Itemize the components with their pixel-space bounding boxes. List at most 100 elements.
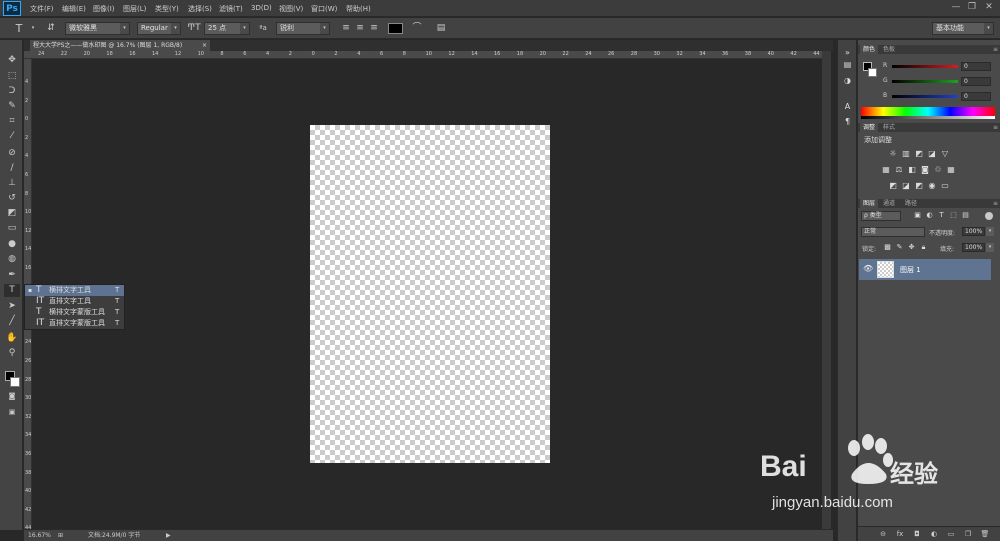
fill-input[interactable]: 100% (962, 243, 985, 252)
shape-tool-icon[interactable]: ╱ (4, 315, 20, 328)
levels-icon[interactable]: ▥ (901, 149, 911, 158)
document-tab[interactable]: 程大大学PS之——做水印图 @ 16.7% (图层 1, RGB/8) × (30, 40, 210, 51)
flyout-item-vertical-type[interactable]: IT 直排文字工具 T (25, 296, 124, 307)
menu-image[interactable]: 图像(I) (93, 4, 115, 14)
document-canvas[interactable] (310, 125, 550, 463)
brightness-contrast-icon[interactable]: ☼ (888, 149, 898, 158)
menu-help[interactable]: 帮助(H) (346, 4, 371, 14)
antialias-select[interactable]: 锐利 ▾ (276, 22, 330, 35)
blur-tool-icon[interactable]: ● (4, 238, 20, 251)
background-color-swatch[interactable] (10, 377, 20, 387)
healing-brush-tool-icon[interactable]: ⊘ (4, 147, 20, 160)
toggle-orientation-icon[interactable]: ⇵ (44, 22, 58, 35)
lasso-tool-icon[interactable]: ᑐ (4, 85, 20, 98)
character-panel-icon[interactable]: ▤ (434, 22, 448, 35)
delete-layer-icon[interactable]: 🗑︎ (980, 529, 990, 539)
menu-view[interactable]: 视图(V) (279, 4, 303, 14)
hand-tool-icon[interactable]: ✋ (4, 332, 20, 345)
minimize-button[interactable]: — (950, 1, 962, 13)
eyedropper-tool-icon[interactable]: ⁄ (4, 130, 20, 143)
menu-file[interactable]: 文件(F) (30, 4, 54, 14)
new-group-icon[interactable]: ▭ (946, 529, 956, 539)
gradient-map-icon[interactable]: ▭ (940, 181, 950, 190)
invert-icon[interactable]: ◩ (888, 181, 898, 190)
zoom-tool-icon[interactable]: ⚲ (4, 347, 20, 360)
grayscale-bar[interactable] (861, 116, 995, 119)
move-tool-icon[interactable]: ✥ (4, 54, 20, 67)
tab-channels[interactable]: 通道 (880, 199, 898, 208)
visibility-eye-icon[interactable]: 👁︎ (863, 264, 873, 273)
close-tab-icon[interactable]: × (202, 40, 207, 51)
tab-paths[interactable]: 路径 (902, 199, 920, 208)
quick-select-tool-icon[interactable]: ✎ (4, 100, 20, 113)
play-arrow-icon[interactable]: ▶ (166, 530, 171, 541)
brush-tool-icon[interactable]: ∕ (4, 162, 20, 175)
opacity-dropdown-icon[interactable]: ▾ (986, 227, 994, 236)
clone-stamp-tool-icon[interactable]: ⊥ (4, 177, 20, 190)
workspace-select[interactable]: 基本功能 ▾ (932, 22, 994, 35)
filter-smart-object-icon[interactable]: ▤ (961, 211, 970, 220)
menu-type[interactable]: 类型(Y) (155, 4, 179, 14)
green-slider[interactable] (892, 80, 958, 83)
black-white-icon[interactable]: ◧ (907, 165, 917, 174)
flyout-item-horizontal-type[interactable]: ▪ T 横排文字工具 T (25, 285, 124, 296)
menu-3d[interactable]: 3D(D) (251, 4, 272, 12)
color-balance-icon[interactable]: ⚖ (894, 165, 904, 174)
font-family-select[interactable]: 微软雅黑 ▾ (65, 22, 130, 35)
lock-transparent-icon[interactable]: ▩ (883, 243, 892, 252)
curves-icon[interactable]: ◩ (914, 149, 924, 158)
warp-text-icon[interactable]: ⌒ (410, 22, 424, 35)
vibrance-icon[interactable]: ▽ (940, 149, 950, 158)
green-value-input[interactable]: 0 (961, 77, 991, 86)
filter-adjustment-icon[interactable]: ◐ (925, 211, 934, 220)
tab-adjustments[interactable]: 调整 (860, 123, 879, 132)
crop-tool-icon[interactable]: ⌗ (4, 115, 20, 128)
lock-image-icon[interactable]: ✎ (895, 243, 904, 252)
restore-button[interactable]: ❐ (966, 1, 978, 13)
chevron-down-icon[interactable]: ▾ (30, 22, 36, 35)
font-style-select[interactable]: Regular ▾ (137, 22, 181, 35)
add-mask-icon[interactable]: ◘ (912, 529, 922, 539)
tab-color[interactable]: 颜色 (860, 45, 879, 54)
color-spectrum-bar[interactable] (861, 107, 995, 116)
channel-mixer-icon[interactable]: ♲ (933, 165, 943, 174)
flyout-item-vertical-type-mask[interactable]: IT 直排文字蒙版工具 T (25, 318, 124, 329)
blend-mode-select[interactable]: 正常 (861, 227, 925, 237)
threshold-icon[interactable]: ◩ (914, 181, 924, 190)
zoom-level[interactable]: 16.67% (28, 530, 51, 541)
dodge-tool-icon[interactable]: ◍ (4, 253, 20, 266)
screen-mode-icon[interactable]: ▣ (4, 406, 20, 419)
history-icon[interactable]: ▤ (842, 59, 853, 70)
gradient-tool-icon[interactable]: ▭ (4, 222, 20, 235)
menu-select[interactable]: 选择(S) (188, 4, 212, 14)
align-right-icon[interactable]: ≡ (368, 22, 380, 35)
blue-value-input[interactable]: 0 (961, 92, 991, 101)
type-tool-icon[interactable]: T (4, 284, 20, 297)
filter-pixel-icon[interactable]: ▣ (913, 211, 922, 220)
menu-window[interactable]: 窗口(W) (311, 4, 337, 14)
marquee-tool-icon[interactable]: ⬚ (4, 70, 20, 83)
menu-layer[interactable]: 图层(L) (123, 4, 146, 14)
close-window-button[interactable]: ✕ (983, 1, 995, 13)
collapse-panels-icon[interactable]: » (842, 47, 853, 58)
filter-toggle-icon[interactable] (985, 212, 993, 220)
panel-menu-icon[interactable]: ≡ (993, 123, 998, 132)
text-color-swatch[interactable] (388, 23, 403, 34)
lock-all-icon[interactable]: 🔒︎ (919, 243, 928, 252)
link-layers-icon[interactable]: ⊝ (878, 529, 888, 539)
lock-position-icon[interactable]: ✥ (907, 243, 916, 252)
path-select-tool-icon[interactable]: ➤ (4, 300, 20, 313)
eraser-tool-icon[interactable]: ◩ (4, 207, 20, 220)
layer-style-icon[interactable]: fx (895, 529, 905, 539)
red-slider[interactable] (892, 65, 958, 68)
tab-swatches[interactable]: 色板 (880, 45, 898, 54)
flyout-item-horizontal-type-mask[interactable]: T 横排文字蒙版工具 T (25, 307, 124, 318)
actions-icon[interactable]: ◑ (842, 75, 853, 86)
hue-saturation-icon[interactable]: ▦ (881, 165, 891, 174)
font-size-select[interactable]: 25 点 ▾ (204, 22, 250, 35)
posterize-icon[interactable]: ◪ (901, 181, 911, 190)
color-lookup-icon[interactable]: ▦ (946, 165, 956, 174)
layer-row[interactable]: 👁︎ 图层 1 (859, 259, 991, 280)
layer-filter-select[interactable]: ρ 类型 (861, 211, 901, 221)
type-tool-preset-icon[interactable]: T (12, 22, 26, 35)
